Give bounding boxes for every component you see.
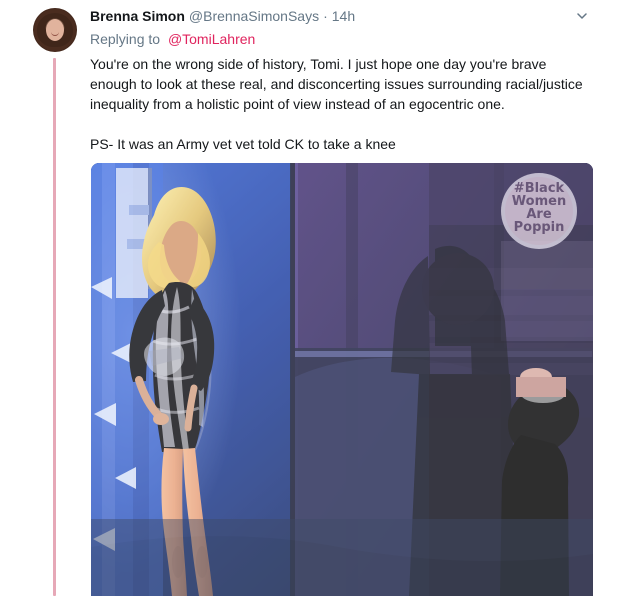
tweet-paragraph-1: You're on the wrong side of history, Tom…	[90, 56, 587, 112]
tweet-time[interactable]: 14h	[332, 7, 355, 25]
tweet-paragraph-2: PS- It was an Army vet vet told CK to ta…	[90, 136, 396, 152]
avatar-face	[46, 19, 64, 41]
time-separator: ·	[323, 8, 328, 24]
reply-prefix: Replying to	[90, 31, 161, 47]
video-frame: #Black Women Are Poppin	[91, 163, 593, 596]
tweet-video[interactable]: #Black Women Are Poppin	[91, 163, 593, 596]
avatar[interactable]	[33, 8, 77, 52]
thread-line	[53, 58, 56, 596]
tweet-header: Brenna Simon @BrennaSimonSays · 14h	[90, 7, 355, 25]
author-handle[interactable]: @BrennaSimonSays	[189, 7, 319, 25]
reply-context: Replying to @TomiLahren	[90, 30, 255, 48]
chevron-down-icon[interactable]	[577, 11, 587, 21]
tweet-text: You're on the wrong side of history, Tom…	[90, 54, 590, 154]
tweet: Brenna Simon @BrennaSimonSays · 14h Repl…	[0, 0, 629, 596]
author-name[interactable]: Brenna Simon	[90, 7, 185, 25]
reply-mention[interactable]: @TomiLahren	[168, 31, 255, 47]
